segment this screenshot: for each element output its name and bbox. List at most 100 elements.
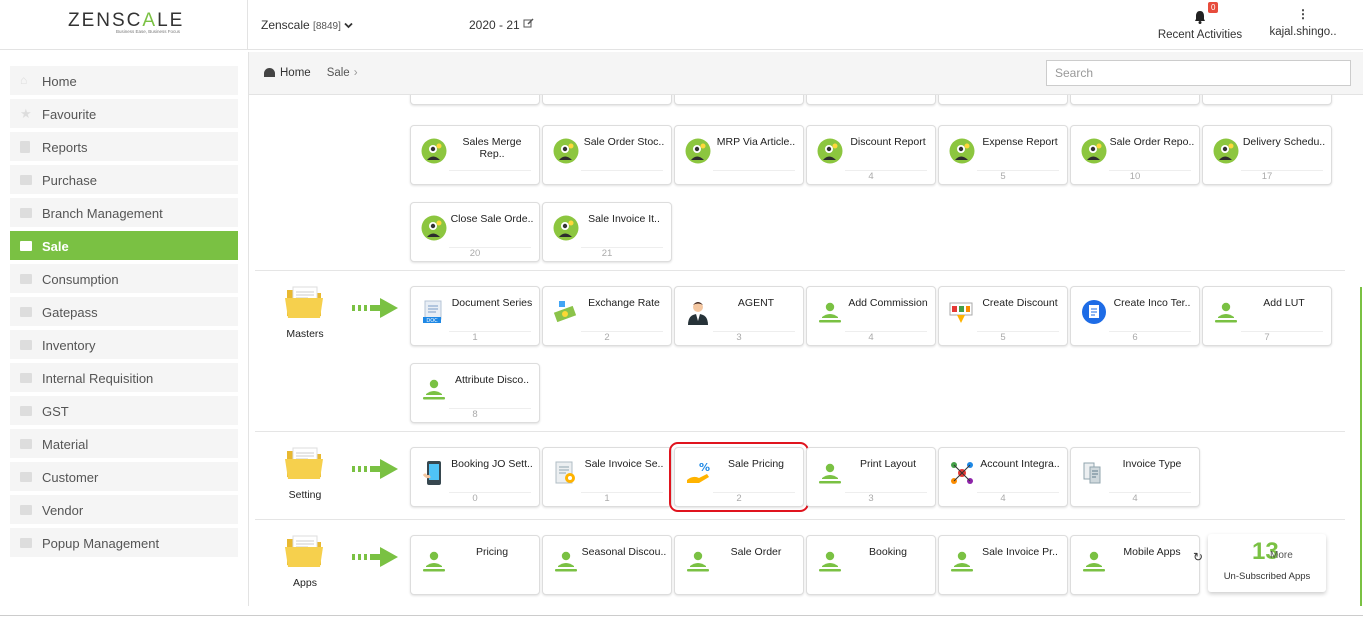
app-card[interactable] [410,95,540,105]
financial-year[interactable]: 2020 - 21 [469,18,534,32]
card-title: Sale Order Repo.. [1109,136,1195,148]
sidebar-item-branch-management[interactable]: Branch Management [10,198,238,229]
app-card[interactable] [1202,95,1332,105]
app-card[interactable]: Exchange Rate 2 [542,286,672,346]
app-card[interactable]: Sales Merge Rep.. [410,125,540,185]
sidebar-item-popup-management[interactable]: Popup Management [10,528,238,559]
logo[interactable]: ZENSCALE Business Ease, Business Focus [0,0,248,50]
chevron-down-icon [344,22,353,29]
app-card[interactable]: Sale Invoice It.. 21 [542,202,672,262]
app-card[interactable]: Add Commission 4 [806,286,936,346]
sidebar-item-favourite[interactable]: ★ Favourite [10,99,238,130]
agent-icon [685,299,711,325]
sidebar-item-label: Gatepass [42,305,98,320]
app-card[interactable] [542,95,672,105]
unsubscribed-apps-button[interactable]: 13 More Un-Subscribed Apps [1208,534,1326,592]
app-card[interactable]: Sale Order [674,535,804,595]
card-number: 1 [472,332,478,343]
user-add-icon [949,548,975,574]
app-card[interactable]: Discount Report 4 [806,125,936,185]
user-report-icon [553,215,579,241]
more-label: More [1270,550,1293,561]
main-content: Sales Merge Rep.. Sale Order Stoc.. MRP Vi… [249,95,1363,606]
app-card[interactable]: Close Sale Orde.. 20 [410,202,540,262]
recent-activities-button[interactable]: 0 Recent Activities [1150,2,1250,41]
card-title: Add LUT [1263,297,1305,309]
card-number: 3 [736,332,742,343]
breadcrumb-home[interactable]: Home [280,67,311,79]
sidebar-item-internal-requisition[interactable]: Internal Requisition [10,363,238,394]
mobile-icon [421,460,447,486]
app-card[interactable]: Attribute Disco.. 8 [410,363,540,423]
app-card[interactable]: DOC Document Series 1 [410,286,540,346]
app-card[interactable]: Invoice Type 4 [1070,447,1200,507]
card-number: 17 [1261,171,1273,182]
brand-tagline: Business Ease, Business Focus [116,29,181,34]
card-title: Discount Report [850,136,926,148]
app-card[interactable]: AGENT 3 [674,286,804,346]
sidebar-item-consumption[interactable]: Consumption [10,264,238,295]
app-card[interactable]: Sale Invoice Pr.. [938,535,1068,595]
sidebar-item-customer[interactable]: Customer [10,462,238,493]
sidebar-item-vendor[interactable]: Vendor [10,495,238,526]
app-card[interactable]: Sale Order Repo.. 10 [1070,125,1200,185]
app-card[interactable]: Expense Report 5 [938,125,1068,185]
card-divider [713,170,795,171]
card-title: Seasonal Discou.. [581,546,667,558]
user-menu[interactable]: ⋮ kajal.shingo.. [1266,6,1340,38]
app-card[interactable] [938,95,1068,105]
sidebar-item-inventory[interactable]: Inventory [10,330,238,361]
card-number: 7 [1264,332,1270,343]
edit-icon[interactable] [523,18,534,29]
folder-icon [285,284,325,320]
card-title: Expense Report [982,136,1058,148]
app-card[interactable]: Booking [806,535,936,595]
app-card[interactable]: Account Integra.. 4 [938,447,1068,507]
card-number: 4 [868,332,874,343]
home-icon: ⌂ [20,73,28,87]
app-card[interactable]: Pricing [410,535,540,595]
app-card[interactable]: Print Layout 3 [806,447,936,507]
app-card[interactable]: MRP Via Article.. [674,125,804,185]
sidebar-item-purchase[interactable]: Purchase [10,165,238,196]
app-card[interactable] [1070,95,1200,105]
sidebar-item-material[interactable]: Material [10,429,238,460]
sale-pricing-card[interactable]: % Sale Pricing 2 [669,442,809,512]
sidebar-item-sale[interactable]: Sale [10,231,238,262]
top-bar: ZENSCALE Business Ease, Business Focus Z… [0,0,1363,50]
card-title: Sales Merge Rep.. [462,136,522,160]
sidebar-item-gst[interactable]: GST [10,396,238,427]
app-card[interactable]: Create Inco Ter.. 6 [1070,286,1200,346]
app-card[interactable]: Mobile Apps [1070,535,1200,595]
scroll-indicator[interactable] [1360,287,1362,606]
search-input[interactable] [1046,60,1351,86]
folder-icon [20,373,32,383]
user-report-icon [553,138,579,164]
app-card[interactable]: Delivery Schedu.. 17 [1202,125,1332,185]
app-card[interactable]: Booking JO Sett.. 0 [410,447,540,507]
app-card[interactable] [674,95,804,105]
app-card[interactable]: Sale Invoice Se.. 1 [542,447,672,507]
folder-icon [20,406,32,416]
sidebar-item-home[interactable]: ⌂ Home [10,66,238,97]
user-report-icon [421,138,447,164]
card-title: Invoice Type [1122,458,1182,470]
sidebar-item-label: Purchase [42,173,97,188]
app-card[interactable]: Sale Order Stoc.. [542,125,672,185]
card-title: Add Commission [848,297,928,309]
sidebar-item-reports[interactable]: Reports [10,132,238,163]
card-title: Create Discount [982,297,1058,309]
card-number: 2 [736,493,742,504]
sidebar-item-label: Sale [42,239,69,254]
card-title: Sale Invoice It.. [588,213,660,225]
breadcrumb-current: Sale [326,67,350,79]
setting-section-label: Setting [288,489,322,501]
folder-icon [20,274,32,284]
sidebar-item-gatepass[interactable]: Gatepass [10,297,238,328]
app-card[interactable] [806,95,936,105]
app-card[interactable]: Seasonal Discou.. [542,535,672,595]
app-card[interactable]: Add LUT 7 [1202,286,1332,346]
app-card[interactable]: Create Discount 5 [938,286,1068,346]
refresh-icon[interactable]: ↻ [1193,550,1203,564]
company-selector[interactable]: Zenscale [8849] [261,18,353,32]
